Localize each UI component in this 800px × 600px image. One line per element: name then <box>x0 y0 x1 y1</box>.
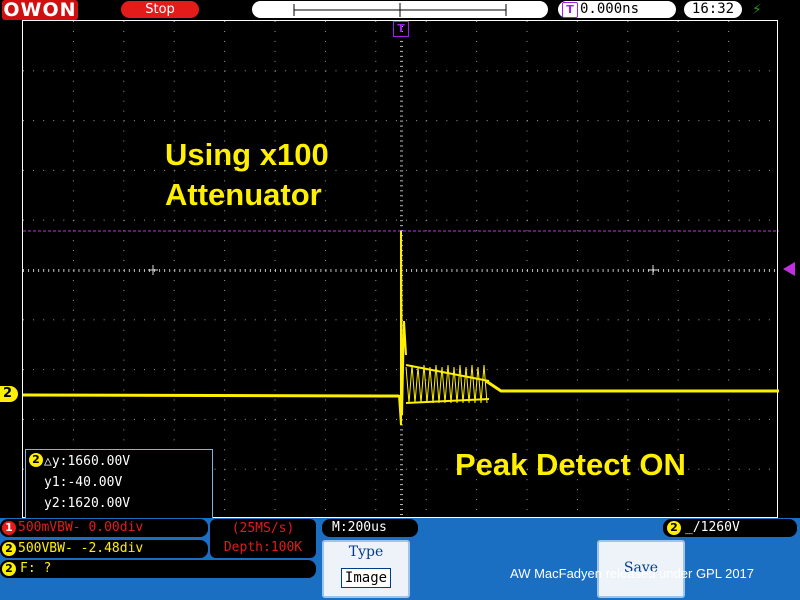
cursor-channel-badge: 2 <box>29 453 43 467</box>
annotation-attenuator: Attenuator <box>165 177 322 212</box>
cursor-y2: y2:1620.00V <box>44 496 131 511</box>
run-stop-status[interactable]: Stop <box>121 1 199 18</box>
channel-1-settings: 500mVBW- 0.00div <box>18 520 144 535</box>
cursor-delta-y: △y:1660.00V <box>44 454 131 469</box>
clock: 16:32 <box>684 1 742 18</box>
acquisition-info: (25MS/s) Depth:100K <box>210 519 316 558</box>
type-menu-button[interactable]: Type Image <box>322 540 410 598</box>
credit-text: AW MacFadyen released under GPL 2017 <box>510 566 755 581</box>
channel-2-trace-envelope-bottom <box>405 398 490 404</box>
sample-rate: (25MS/s) <box>231 521 295 536</box>
waveform-display <box>22 20 779 518</box>
channel-2-settings: 500VBW- -2.48div <box>18 541 144 556</box>
trigger-channel-badge: 2 <box>667 521 681 535</box>
channel-2-trace-post <box>485 379 779 393</box>
type-label: Type <box>348 544 384 560</box>
trigger-level: 1260V <box>700 520 740 535</box>
trigger-info[interactable]: 2 _/1260V <box>663 519 797 537</box>
channel-1-badge: 1 <box>2 521 16 535</box>
trigger-time-value: 0.000ns <box>580 1 640 17</box>
frequency-value: F: ? <box>20 561 52 576</box>
timebase[interactable]: M:200us <box>322 519 418 537</box>
channel-2-info[interactable]: 2 500VBW- -2.48div <box>0 540 208 558</box>
frequency-readout: 2 F: ? <box>0 560 316 578</box>
memory-depth: Depth:100K <box>223 540 303 555</box>
channel-2-trace-pre <box>23 393 400 398</box>
trigger-level-arrow-icon <box>783 262 795 276</box>
channel-2-badge: 2 <box>2 542 16 556</box>
brand-logo: OWON <box>2 0 78 21</box>
trigger-position-bar <box>293 3 507 17</box>
trigger-position-marker: T <box>393 21 409 37</box>
cursor-measurement-box: 2 △y:1660.00V y1:-40.00V y2:1620.00V <box>25 449 213 519</box>
annotation-peak-detect: Peak Detect ON <box>455 447 686 482</box>
annotation-using-x100: Using x100 <box>165 137 329 172</box>
usb-icon: ⚡ <box>752 2 762 18</box>
channel-2-trace-burst <box>405 364 488 404</box>
trigger-rising-edge-icon: _/ <box>685 520 701 535</box>
timebase-value: M:200us <box>332 520 387 535</box>
trigger-time-offset: T 0.000ns <box>558 1 676 18</box>
frequency-channel-badge: 2 <box>2 562 16 576</box>
type-value: Image <box>340 568 392 588</box>
cursor-y1: y1:-40.00V <box>44 475 123 490</box>
trigger-t-icon: T <box>562 2 578 18</box>
trigger-position-indicator <box>252 1 548 18</box>
channel-1-info[interactable]: 1 500mVBW- 0.00div <box>0 519 208 537</box>
channel-2-offset-marker: 2 <box>0 386 18 402</box>
